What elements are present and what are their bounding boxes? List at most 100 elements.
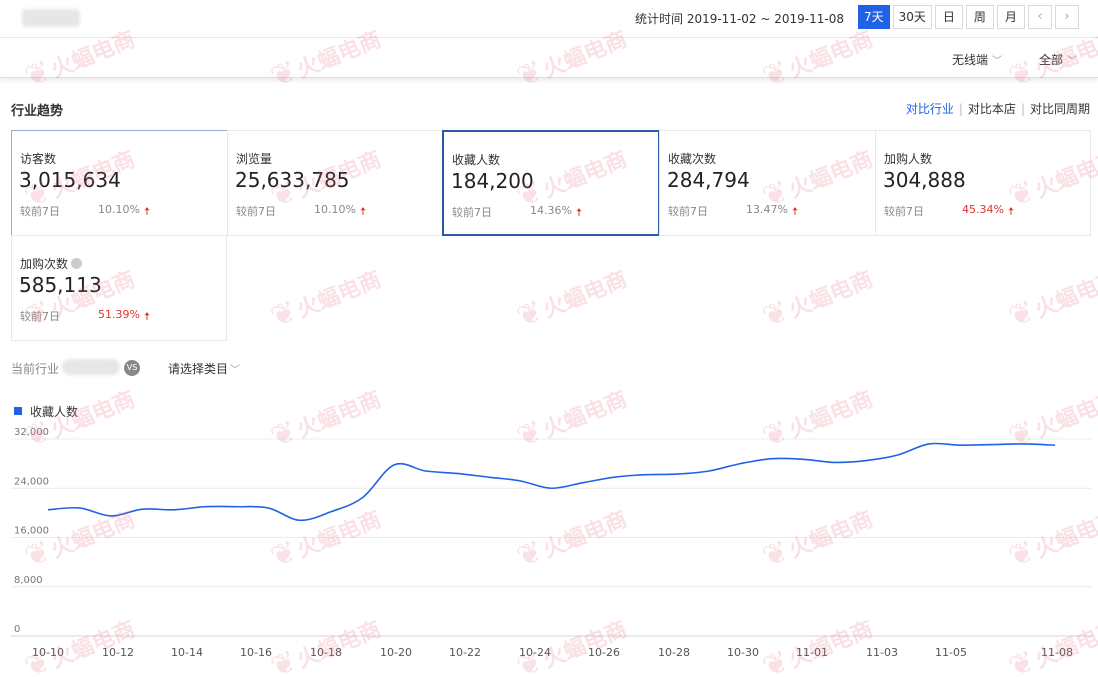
- x-tick-label: 10-18: [310, 646, 342, 659]
- data-point[interactable]: [769, 456, 775, 462]
- data-point[interactable]: [549, 485, 555, 491]
- device-select[interactable]: 无线端 ﹀: [952, 51, 1002, 68]
- metric-name: 收藏次数: [668, 152, 717, 166]
- compare-links: 对比行业 | 对比本店 | 对比同周期: [906, 100, 1090, 117]
- data-point[interactable]: [234, 504, 240, 510]
- x-tick-label: 11-01: [796, 646, 828, 659]
- section-title: 行业趋势: [11, 104, 64, 119]
- x-tick-label: 10-20: [380, 646, 412, 659]
- series-line[interactable]: [47, 442, 1056, 522]
- y-tick-label: 32,000: [14, 427, 49, 438]
- data-point[interactable]: [832, 459, 838, 465]
- data-point[interactable]: [45, 507, 51, 513]
- metric-value: 304,888: [883, 168, 966, 192]
- metric-value: 184,200: [451, 169, 534, 193]
- x-tick-label: 10-12: [102, 646, 134, 659]
- x-tick-label: 10-16: [240, 646, 272, 659]
- data-point[interactable]: [737, 461, 743, 467]
- x-tick-label: 10-26: [588, 646, 620, 659]
- data-point[interactable]: [423, 468, 429, 474]
- metric-card-visitors[interactable]: 访客数 3,015,634 较前7日 10.10% 🠅: [11, 130, 228, 236]
- data-point[interactable]: [926, 441, 932, 447]
- compare-industry-link[interactable]: 对比行业: [906, 102, 954, 116]
- bat-logo-icon: ❦: [265, 293, 303, 336]
- period-day-button[interactable]: 日: [934, 5, 963, 29]
- x-tick-label: 10-22: [449, 646, 481, 659]
- category-select[interactable]: 请选择类目 ﹀: [168, 360, 240, 377]
- data-point[interactable]: [611, 474, 617, 480]
- chevron-left-icon[interactable]: ‹: [1027, 5, 1052, 29]
- arrow-up-icon: 🠅: [792, 205, 799, 218]
- data-point[interactable]: [1021, 441, 1027, 447]
- data-point[interactable]: [202, 504, 208, 510]
- data-point[interactable]: [108, 513, 114, 519]
- period-week-button[interactable]: 周: [965, 5, 994, 29]
- device-select-label: 无线端: [952, 53, 989, 67]
- data-point[interactable]: [863, 458, 869, 464]
- data-point[interactable]: [265, 505, 271, 511]
- y-tick-label: 0: [14, 624, 20, 635]
- data-point[interactable]: [643, 472, 649, 478]
- arrow-up-icon: 🠅: [144, 205, 151, 218]
- scope-select[interactable]: 全部 ﹀: [1039, 51, 1077, 68]
- watermark: ❦火蝠电商: [265, 260, 386, 336]
- data-point[interactable]: [76, 505, 82, 511]
- x-tick-label: 10-28: [658, 646, 690, 659]
- data-point[interactable]: [580, 480, 586, 486]
- compare-shop-link[interactable]: 对比本店: [968, 102, 1016, 116]
- data-point[interactable]: [989, 442, 995, 448]
- data-point[interactable]: [360, 494, 366, 500]
- metric-compare-label: 较前7日: [20, 310, 60, 323]
- data-point[interactable]: [1052, 442, 1058, 448]
- metric-card-favorite-users[interactable]: 收藏人数 184,200 较前7日 14.36% 🠅: [442, 130, 660, 236]
- data-point[interactable]: [297, 517, 303, 523]
- metric-card-pageviews[interactable]: 浏览量 25,633,785 较前7日 10.10% 🠅: [227, 130, 444, 236]
- legend-label: 收藏人数: [30, 405, 79, 419]
- metric-card-favorite-count[interactable]: 收藏次数 284,794 较前7日 13.47% 🠅: [659, 130, 876, 236]
- data-point[interactable]: [895, 452, 901, 458]
- trend-line-chart: 32,000 24,000 16,000 8,000 0 10-10 10-12 10-14…: [11, 427, 1092, 659]
- metric-value: 585,113: [19, 273, 102, 297]
- y-tick-label: 8,000: [14, 575, 43, 586]
- watermark: ❦火蝠电商: [1003, 260, 1098, 336]
- metric-name-with-info: 加购次数: [20, 255, 83, 272]
- y-tick-label: 24,000: [14, 476, 49, 487]
- metric-name: 加购次数: [20, 257, 69, 271]
- metric-change: 45.34%: [962, 203, 1004, 216]
- metric-card-cart-users[interactable]: 加购人数 304,888 较前7日 45.34% 🠅: [875, 130, 1091, 236]
- legend-swatch: [14, 407, 22, 415]
- x-tick-label: 10-30: [727, 646, 759, 659]
- data-point[interactable]: [391, 462, 397, 468]
- metric-change: 10.10%: [314, 203, 356, 216]
- compare-period-link[interactable]: 对比同周期: [1030, 102, 1090, 116]
- bat-logo-icon: ❦: [1003, 293, 1041, 336]
- period-month-button[interactable]: 月: [996, 5, 1025, 29]
- metric-compare-label: 较前7日: [236, 205, 276, 218]
- blurred-shop-name: [22, 9, 80, 27]
- chart-legend[interactable]: 收藏人数: [14, 403, 78, 420]
- data-point[interactable]: [328, 509, 334, 515]
- metric-card-cart-count[interactable]: 加购次数 585,113 较前7日 51.39% 🠅: [11, 235, 227, 341]
- arrow-up-icon: 🠅: [576, 206, 583, 219]
- divider: |: [1020, 102, 1025, 116]
- data-point[interactable]: [674, 471, 680, 477]
- chevron-right-icon[interactable]: ›: [1054, 5, 1079, 29]
- metric-value: 25,633,785: [235, 168, 350, 192]
- data-point[interactable]: [800, 456, 806, 462]
- data-point[interactable]: [171, 507, 177, 513]
- info-icon[interactable]: [71, 258, 83, 269]
- data-point[interactable]: [454, 470, 460, 476]
- watermark: ❦火蝠电商: [512, 260, 632, 335]
- arrow-up-icon: 🠅: [144, 310, 151, 323]
- data-point[interactable]: [139, 506, 145, 512]
- data-point[interactable]: [958, 442, 964, 448]
- data-point[interactable]: [706, 468, 712, 474]
- period-7d-button[interactable]: 7天: [858, 5, 890, 29]
- watermark: ❦火蝠电商: [758, 260, 878, 335]
- y-tick-label: 16,000: [14, 526, 49, 537]
- data-point[interactable]: [486, 474, 492, 480]
- divider: |: [958, 102, 963, 116]
- period-30d-button[interactable]: 30天: [892, 5, 932, 29]
- category-select-label: 请选择类目: [168, 362, 229, 376]
- data-point[interactable]: [517, 478, 523, 484]
